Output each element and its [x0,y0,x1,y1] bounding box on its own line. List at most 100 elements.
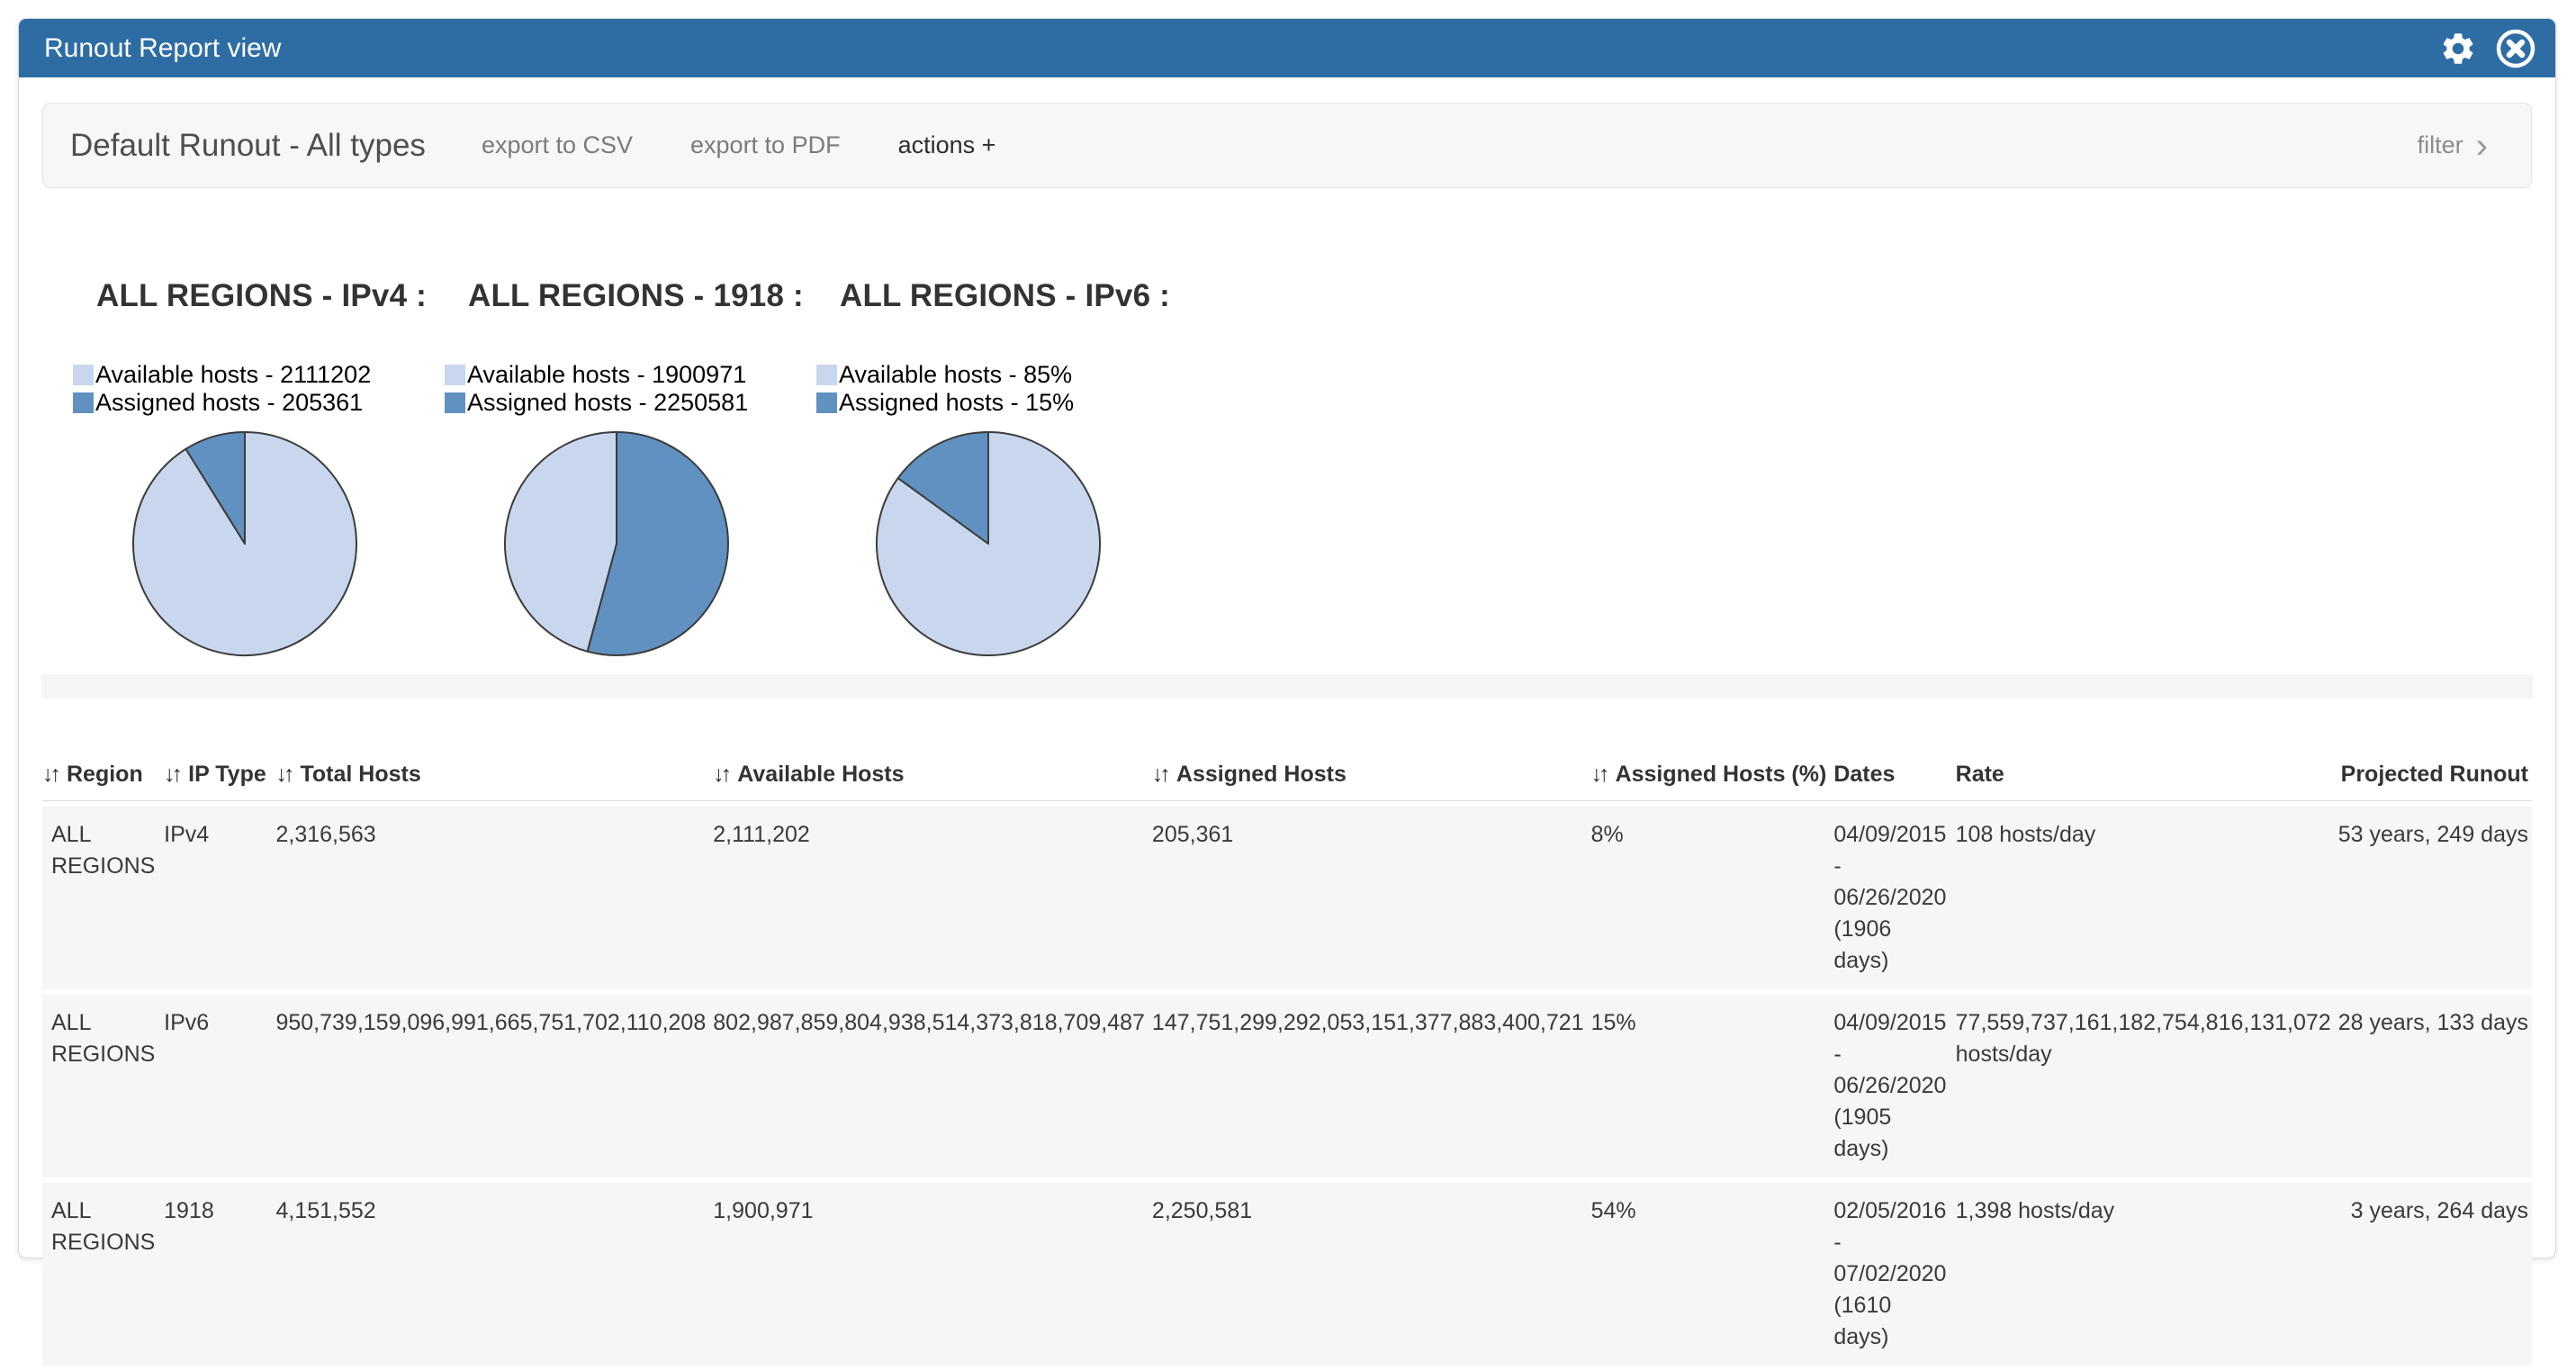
export-pdf-link[interactable]: export to PDF [690,131,841,159]
pie-chart [872,428,1104,660]
legend-item: Available hosts - 2111202 [73,361,445,389]
sort-icon: ↓↑ [164,762,179,787]
pie-chart-block: ALL REGIONS - IPv6 : Available hosts - 8… [816,278,1188,660]
table-cell-ip-type: IPv4 [164,807,275,989]
legend-item: Available hosts - 85% [816,361,1188,389]
pie-chart-title: ALL REGIONS - IPv6 : [840,278,1188,314]
column-label: Rate [1956,762,2004,787]
legend-swatch [445,365,465,385]
pie-chart-title: ALL REGIONS - 1918 : [468,278,816,314]
column-label: Total Hosts [300,762,420,787]
table-cell-assigned-hosts: 2,250,581 [1152,1183,1591,1366]
column-header-projected-runout: Projected Runout [2338,751,2532,801]
filter-label: filter [2418,131,2463,159]
pie-chart [129,428,361,660]
legend-swatch [73,365,94,385]
export-csv-link[interactable]: export to CSV [482,131,633,159]
table-cell-rate: 108 hosts/day [1956,807,2338,989]
column-header-assigned-hosts[interactable]: ↓↑ Assigned Hosts [1152,751,1591,801]
date-line: - [1833,1039,1948,1070]
column-label: Available Hosts [737,762,904,787]
legend-label: Available hosts - 1900971 [467,361,746,389]
settings-button[interactable] [2436,27,2480,70]
window-title: Runout Report view [44,33,281,64]
window-titlebar: Runout Report view [19,19,2555,77]
column-label: Dates [1833,762,1895,787]
report-toolbar: Default Runout - All types export to CSV… [42,103,2532,188]
column-header-available-hosts[interactable]: ↓↑ Available Hosts [713,751,1152,801]
table-cell-assigned-hosts: 15% [1591,995,1834,1177]
sort-icon: ↓↑ [275,762,291,787]
legend-label: Assigned hosts - 205361 [95,389,363,417]
date-line: - [1833,851,1948,882]
legend-swatch [816,365,837,385]
column-label: Assigned Hosts [1176,762,1347,787]
table-cell-assigned-hosts: 8% [1591,807,1834,989]
pie-chart-block: ALL REGIONS - IPv4 : Available hosts - 2… [73,278,445,660]
column-label: Assigned Hosts (%) [1616,762,1827,787]
table-cell-total-hosts: 4,151,552 [275,1183,713,1366]
table-cell-region: ALL REGIONS [42,995,164,1177]
runout-report-panel: Runout Report view Default Runout - All … [18,18,2556,1258]
column-header-assigned-hosts[interactable]: ↓↑ Assigned Hosts (%) [1591,751,1834,801]
pie-chart-title: ALL REGIONS - IPv4 : [96,278,445,314]
legend-swatch [816,392,837,413]
section-divider [41,674,2533,699]
column-header-total-hosts[interactable]: ↓↑ Total Hosts [275,751,713,801]
column-header-rate: Rate [1956,751,2338,801]
date-line: (1906 days) [1833,914,1948,977]
table-row: ALL REGIONSIPv42,316,5632,111,202205,361… [42,807,2532,989]
legend-item: Assigned hosts - 15% [816,389,1188,417]
legend-item: Assigned hosts - 2250581 [445,389,816,417]
report-title: Default Runout - All types [70,128,426,164]
pie-chart-block: ALL REGIONS - 1918 : Available hosts - 1… [445,278,816,660]
table-cell-total-hosts: 950,739,159,096,991,665,751,702,110,208 [275,995,713,1177]
table-cell-available-hosts: 802,987,859,804,938,514,373,818,709,487 [713,995,1152,1177]
table-row: ALL REGIONS19184,151,5521,900,9712,250,5… [42,1183,2532,1366]
table-cell-assigned-hosts: 205,361 [1152,807,1591,989]
table-cell-dates: 04/09/2015-06/26/2020(1906 days) [1833,807,1955,989]
column-label: Projected Runout [2341,762,2528,787]
column-label: IP Type [188,762,266,787]
table-cell-total-hosts: 2,316,563 [275,807,713,989]
table-cell-region: ALL REGIONS [42,807,164,989]
date-line: 07/02/2020 [1833,1258,1948,1290]
actions-menu-button[interactable]: actions + [898,131,996,159]
table-cell-dates: 02/05/2016-07/02/2020(1610 days) [1833,1183,1955,1366]
legend-item: Assigned hosts - 205361 [73,389,445,417]
date-line: 04/09/2015 [1833,1007,1948,1039]
table-cell-region: ALL REGIONS [42,1183,164,1366]
legend-swatch [445,392,465,413]
column-header-region[interactable]: ↓↑Region [42,751,164,801]
sort-icon: ↓↑ [713,762,728,787]
close-icon [2495,28,2536,69]
table-cell-dates: 04/09/2015-06/26/2020(1905 days) [1833,995,1955,1177]
table-cell-projected-runout: 28 years, 133 days [2338,995,2532,1177]
column-header-dates: Dates [1833,751,1955,801]
gear-icon [2439,30,2477,68]
runout-table: ↓↑Region↓↑IP Type↓↑Total Hosts↓↑Availabl… [42,745,2532,1371]
filter-button[interactable]: filter › [2418,131,2488,159]
table-cell-assigned-hosts: 147,751,299,292,053,151,377,883,400,721 [1152,995,1591,1177]
table-cell-ip-type: IPv6 [164,995,275,1177]
legend-label: Available hosts - 2111202 [95,361,371,389]
table-cell-assigned-hosts: 54% [1591,1183,1834,1366]
sort-icon: ↓↑ [1591,762,1607,787]
column-header-ip-type[interactable]: ↓↑ IP Type [164,751,275,801]
runout-table-container: ↓↑Region↓↑IP Type↓↑Total Hosts↓↑Availabl… [42,745,2532,1371]
legend-item: Available hosts - 1900971 [445,361,816,389]
table-cell-ip-type: 1918 [164,1183,275,1366]
date-line: 06/26/2020 [1833,882,1948,914]
legend-label: Assigned hosts - 2250581 [467,389,748,417]
pie-chart [500,428,733,660]
date-line: 02/05/2016 [1833,1195,1948,1227]
legend-swatch [73,392,94,413]
sort-icon: ↓↑ [1152,762,1167,787]
legend-label: Assigned hosts - 15% [839,389,1074,417]
table-cell-rate: 77,559,737,161,182,754,816,131,072 hosts… [1956,995,2338,1177]
page: { "window": { "title": "Runout Report vi… [0,0,2576,1300]
date-line: - [1833,1227,1948,1258]
close-button[interactable] [2494,27,2537,70]
table-cell-projected-runout: 53 years, 249 days [2338,807,2532,989]
pie-charts-row: ALL REGIONS - IPv4 : Available hosts - 2… [73,278,2555,660]
